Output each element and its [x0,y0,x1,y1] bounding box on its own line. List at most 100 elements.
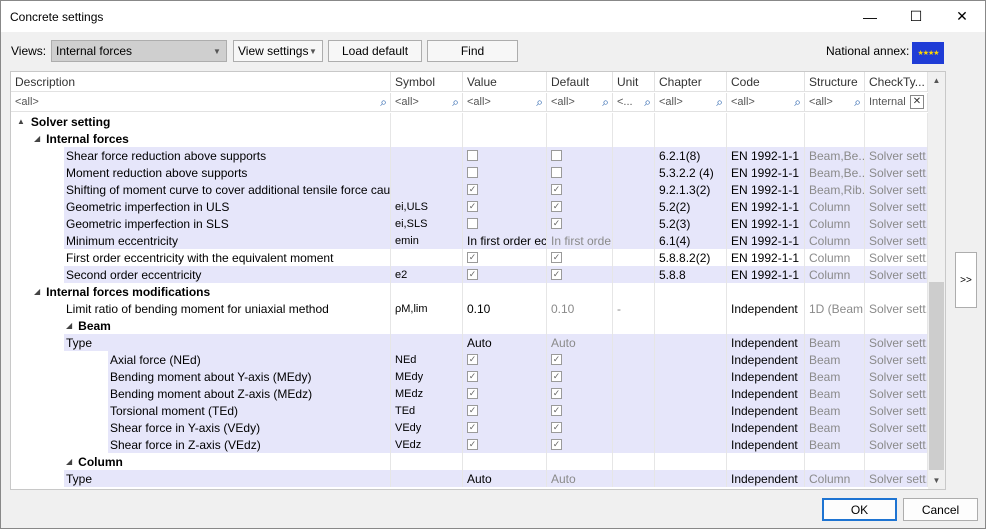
search-icon[interactable]: ⌕ [452,95,459,110]
value-cell[interactable]: ✓ [463,368,547,385]
search-icon[interactable]: ⌕ [854,95,861,110]
default-cell[interactable]: ✓ [547,266,613,283]
maximize-button[interactable]: ☐ [893,1,939,32]
checked-checkbox[interactable]: ✓ [551,354,562,365]
expand-toggle-icon[interactable]: ◢ [34,287,40,296]
expand-toggle-icon[interactable]: ◢ [66,457,72,466]
expand-toggle-icon[interactable]: ◢ [34,134,40,143]
table-row[interactable]: ◢ Internal forces [11,130,928,147]
default-cell[interactable]: ✓ [547,181,613,198]
table-row[interactable]: ◢ Beam [11,317,928,334]
find-button[interactable]: Find [427,40,518,62]
table-row[interactable]: Moment reduction above supports 5.3.2.2 (… [11,164,928,181]
value-cell[interactable]: ✓ [463,351,547,368]
default-cell[interactable]: ✓ [547,436,613,453]
table-row[interactable]: Shifting of moment curve to cover additi… [11,181,928,198]
checked-checkbox[interactable]: ✓ [467,371,478,382]
table-row[interactable]: ▲ Solver setting [11,113,928,130]
default-cell[interactable]: ✓ [547,368,613,385]
filter-cell[interactable]: <all> ⌕ [805,93,865,112]
checked-checkbox[interactable]: ✓ [467,252,478,263]
expand-panel-button[interactable]: >> [955,252,977,308]
scroll-up-icon[interactable]: ▲ [928,72,945,89]
unchecked-checkbox[interactable] [551,150,562,161]
value-cell[interactable] [463,215,547,232]
value-cell[interactable]: Auto [463,334,547,351]
filter-cell[interactable]: <all> ⌕ [463,93,547,112]
column-header[interactable]: Value [463,72,547,92]
unchecked-checkbox[interactable] [551,167,562,178]
table-row[interactable]: Shear force reduction above supports 6.2.… [11,147,928,164]
filter-cell[interactable]: <all> ⌕ [391,93,463,112]
filter-cell[interactable]: <all> ⌕ [655,93,727,112]
table-row[interactable]: Torsional moment (TEd) TEd ✓ ✓ Independent Be… [11,402,928,419]
value-cell[interactable]: ✓ [463,266,547,283]
table-row[interactable]: ◢ Internal forces modifications [11,283,928,300]
filter-cell[interactable]: Internal ✕ [865,93,928,112]
column-header[interactable]: Structure [805,72,865,92]
default-cell[interactable]: ✓ [547,351,613,368]
table-row[interactable]: Type Auto Auto Independent Beam Solver sett..… [11,334,928,351]
value-cell[interactable]: 0.10 [463,300,547,317]
close-button[interactable]: ✕ [939,1,985,32]
search-icon[interactable]: ⌕ [536,95,543,110]
search-icon[interactable]: ⌕ [794,95,801,110]
table-row[interactable]: Second order eccentricity e2 ✓ ✓ 5.8.8 EN 199… [11,266,928,283]
value-cell[interactable]: ✓ [463,436,547,453]
expand-toggle-icon[interactable]: ◢ [66,321,72,330]
checked-checkbox[interactable]: ✓ [551,439,562,450]
default-cell[interactable]: ✓ [547,215,613,232]
table-row[interactable]: Geometric imperfection in ULS ei,ULS ✓ ✓ 5.2… [11,198,928,215]
value-cell[interactable]: ✓ [463,181,547,198]
default-cell[interactable]: ✓ [547,402,613,419]
value-cell[interactable]: Auto [463,470,547,487]
table-row[interactable]: Minimum eccentricity emin In first order e… [11,232,928,249]
value-cell[interactable]: ✓ [463,249,547,266]
unchecked-checkbox[interactable] [467,150,478,161]
value-cell[interactable] [463,164,547,181]
value-cell[interactable]: ✓ [463,198,547,215]
filter-cell[interactable]: <... ⌕ [613,93,655,112]
default-cell[interactable]: ✓ [547,385,613,402]
checked-checkbox[interactable]: ✓ [551,252,562,263]
checked-checkbox[interactable]: ✓ [551,405,562,416]
value-cell[interactable]: In first order ecc. [463,232,547,249]
column-header[interactable]: Description [11,72,391,92]
unchecked-checkbox[interactable] [467,218,478,229]
checked-checkbox[interactable]: ✓ [467,201,478,212]
checked-checkbox[interactable]: ✓ [551,371,562,382]
search-icon[interactable]: ⌕ [602,95,609,110]
checked-checkbox[interactable]: ✓ [467,405,478,416]
checked-checkbox[interactable]: ✓ [467,388,478,399]
view-settings-dropdown[interactable]: View settings ▼ [233,40,323,62]
value-cell[interactable]: ✓ [463,402,547,419]
table-row[interactable]: First order eccentricity with the equiva… [11,249,928,266]
table-row[interactable]: Shear force in Z-axis (VEdz) VEdz ✓ ✓ Indepe… [11,436,928,453]
table-row[interactable]: Bending moment about Z-axis (MEdz) MEdz ✓ ✓… [11,385,928,402]
checked-checkbox[interactable]: ✓ [467,439,478,450]
default-cell[interactable] [547,147,613,164]
checked-checkbox[interactable]: ✓ [467,184,478,195]
search-icon[interactable]: ⌕ [716,95,723,110]
checked-checkbox[interactable]: ✓ [467,269,478,280]
scroll-thumb[interactable] [929,282,944,470]
search-icon[interactable]: ⌕ [380,95,387,110]
default-cell[interactable]: ✓ [547,419,613,436]
unchecked-checkbox[interactable] [467,167,478,178]
column-header[interactable]: Default [547,72,613,92]
scroll-down-icon[interactable]: ▼ [928,472,945,489]
checked-checkbox[interactable]: ✓ [551,388,562,399]
default-cell[interactable]: ✓ [547,249,613,266]
load-default-button[interactable]: Load default [328,40,422,62]
minimize-button[interactable]: — [847,1,893,32]
expand-toggle-icon[interactable]: ▲ [17,117,25,126]
checked-checkbox[interactable]: ✓ [551,184,562,195]
cancel-button[interactable]: Cancel [903,498,978,521]
column-header[interactable]: Unit [613,72,655,92]
table-row[interactable]: Axial force (NEd) NEd ✓ ✓ Independent Beam Sol… [11,351,928,368]
search-icon[interactable]: ⌕ [644,95,651,110]
checked-checkbox[interactable]: ✓ [551,201,562,212]
table-row[interactable]: ◢ Column [11,453,928,470]
column-header[interactable]: Symbol [391,72,463,92]
clear-filter-icon[interactable]: ✕ [910,95,924,109]
